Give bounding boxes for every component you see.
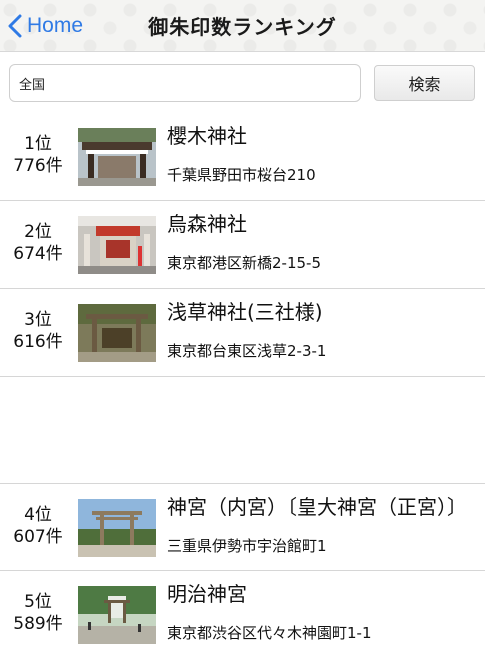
- rank-column: 1位 776件: [6, 133, 70, 177]
- rank-position: 5位: [24, 592, 52, 612]
- shrine-name: 櫻木神社: [167, 124, 247, 148]
- rank-column: 3位 616件: [6, 309, 70, 353]
- shrine-thumbnail: [78, 128, 156, 186]
- search-input[interactable]: [9, 64, 361, 102]
- rank-column: 2位 674件: [6, 221, 70, 265]
- list-item[interactable]: 1位 776件 櫻木神社 千葉県野田市桜台210: [0, 113, 485, 201]
- shrine-thumbnail: [78, 586, 156, 644]
- goshuin-count: 607件: [13, 527, 63, 547]
- shrine-name: 浅草神社(三社様): [167, 300, 323, 324]
- shrine-name: 烏森神社: [167, 212, 247, 236]
- list-item[interactable]: 3位 616件 浅草神社(三社様) 東京都台東区浅草2-3-1: [0, 289, 485, 377]
- list-item[interactable]: 5位 589件 明治神宮 東京都渋谷区代々木神園町1-1: [0, 571, 485, 647]
- shrine-address: 東京都港区新橋2-15-5: [167, 254, 321, 272]
- shrine-address: 東京都渋谷区代々木神園町1-1: [167, 624, 372, 642]
- rank-position: 2位: [24, 222, 52, 242]
- goshuin-count: 616件: [13, 332, 63, 352]
- navigation-bar: Home 御朱印数ランキング: [0, 0, 485, 52]
- rank-column: 5位 589件: [6, 591, 70, 635]
- shrine-thumbnail: [78, 499, 156, 557]
- shrine-thumbnail: [78, 304, 156, 362]
- shrine-address: 東京都台東区浅草2-3-1: [167, 342, 327, 360]
- shrine-address: 千葉県野田市桜台210: [167, 166, 316, 184]
- page-title: 御朱印数ランキング: [148, 15, 337, 39]
- list-item[interactable]: 4位 607件 神宮（内宮）〔皇大神宮（正宮）〕 三重県伊勢市宇治館町1: [0, 483, 485, 571]
- list-item[interactable]: 2位 674件 烏森神社 東京都港区新橋2-15-5: [0, 201, 485, 289]
- goshuin-count: 589件: [13, 614, 63, 634]
- rank-position: 3位: [24, 310, 52, 330]
- goshuin-count: 674件: [13, 244, 63, 264]
- shrine-name: 明治神宮: [167, 582, 247, 606]
- search-button[interactable]: 検索: [374, 65, 475, 101]
- rank-position: 4位: [24, 505, 52, 525]
- rank-position: 1位: [24, 134, 52, 154]
- goshuin-count: 776件: [13, 156, 63, 176]
- shrine-address: 三重県伊勢市宇治館町1: [167, 537, 327, 555]
- shrine-thumbnail: [78, 216, 156, 274]
- rank-column: 4位 607件: [6, 504, 70, 548]
- shrine-name: 神宮（内宮）〔皇大神宮（正宮）〕: [167, 495, 467, 519]
